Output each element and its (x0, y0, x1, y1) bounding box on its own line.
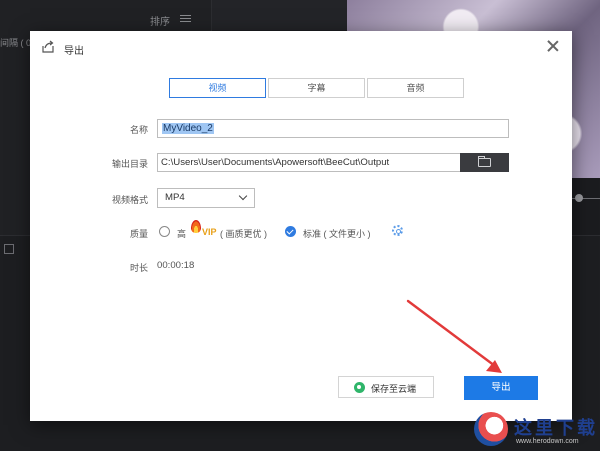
vip-badge: VIP (202, 227, 217, 237)
watermark-logo: 这里下载 www.herodown.com (474, 410, 600, 451)
close-button[interactable] (546, 39, 560, 53)
tab-subtitle[interactable]: 字幕 (268, 78, 365, 98)
tab-video[interactable]: 视频 (169, 78, 266, 98)
folder-icon (478, 156, 491, 167)
browse-folder-button[interactable] (460, 153, 509, 172)
sort-icon[interactable] (180, 12, 192, 24)
quality-standard-radio[interactable] (285, 226, 296, 237)
quality-high-radio[interactable] (159, 226, 170, 237)
duration-value: 00:00:18 (157, 260, 195, 271)
tab-audio[interactable]: 音频 (367, 78, 464, 98)
flame-icon (191, 220, 201, 233)
quality-high-label[interactable]: 高 (177, 227, 186, 240)
quality-settings-icon[interactable] (392, 225, 403, 236)
quality-label: 质量 (129, 229, 148, 239)
name-input[interactable]: MyVideo_2 (157, 119, 509, 138)
quality-standard-label[interactable]: 标准 ( 文件更小 ) (303, 227, 371, 240)
export-icon (42, 40, 54, 53)
format-select[interactable]: MP4 (157, 188, 255, 208)
duration-label: 时长 (129, 263, 148, 273)
format-select-value: MP4 (165, 192, 185, 203)
cloud-icon (354, 382, 365, 393)
output-dir-label: 输出目录 (111, 159, 148, 169)
logo-url: www.herodown.com (516, 438, 579, 445)
dialog-title: 导出 (64, 46, 84, 57)
sort-label[interactable]: 排序 (150, 13, 170, 28)
name-input-value: MyVideo_2 (162, 123, 214, 134)
logo-text: 这里下载 (514, 418, 598, 439)
logo-mark-icon (474, 412, 508, 446)
export-dialog: 导出 视频 字幕 音频 名称 MyVideo_2 输出目录 C:\Users\U… (30, 31, 572, 421)
quality-high-hint: ( 画质更优 ) (220, 229, 267, 239)
crop-icon[interactable] (4, 244, 14, 254)
dialog-header: 导出 (30, 31, 572, 61)
save-to-cloud-button[interactable]: 保存至云端 (338, 376, 434, 398)
name-label: 名称 (129, 125, 148, 135)
media-panel-label: 间隔 ( 0 (0, 38, 32, 48)
export-button[interactable]: 导出 (464, 376, 538, 400)
save-to-cloud-label: 保存至云端 (371, 384, 417, 394)
preview-slider-knob[interactable] (575, 194, 583, 202)
output-dir-input[interactable]: C:\Users\User\Documents\Apowersoft\BeeCu… (157, 153, 461, 172)
format-label: 视频格式 (111, 195, 148, 205)
chevron-down-icon (238, 191, 248, 201)
